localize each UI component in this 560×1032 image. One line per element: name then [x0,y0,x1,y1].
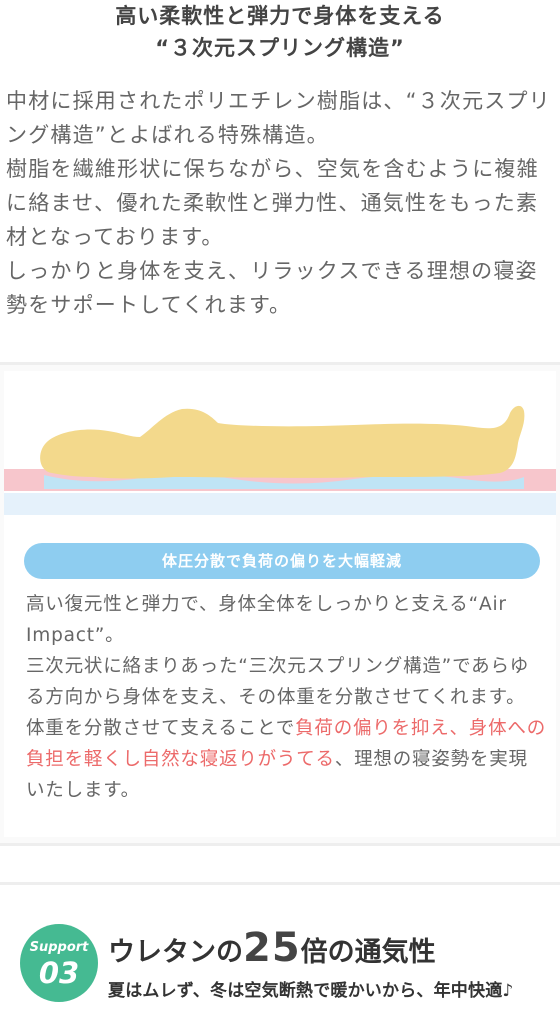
support-badge: Support 03 [20,924,98,1002]
intro-paragraph-1: 中材に採用されたポリエチレン樹脂は、“３次元スプリング構造”とよばれる特殊構造。 [6,89,551,147]
panel-description-3: 体重を分散させて支えることで負荷の偏りを抑え、身体への負担を軽くし自然な寝返りが… [26,713,546,806]
body-silhouette [40,405,525,479]
support-badge-number: 03 [38,956,80,990]
feature-panel-inner: 体圧分散で負荷の偏りを大幅軽減 高い復元性と弾力で、身体全体をしっかりと支える“… [4,371,556,837]
support-title-tail: 倍の通気性 [300,937,436,968]
intro-paragraph-3: しっかりと身体を支え、リラックスできる理想の寝姿勢をサポートしてくれます。 [6,259,538,317]
heading-line-1: 高い柔軟性と弾力で身体を支える [115,4,445,28]
support-title-number: 25 [243,925,301,971]
feature-panel: 体圧分散で負荷の偏りを大幅軽減 高い復元性と弾力で、身体全体をしっかりと支える“… [0,362,560,846]
panel-description: 高い復元性と弾力で、身体全体をしっかりと支える“Air Impact”。 三次元… [26,589,546,806]
intro-paragraph-2: 樹脂を繊維形状に保ちながら、空気を含むように複雑に絡ませ、優れた柔軟性と弾力性、… [6,157,539,249]
panel-description-1: 高い復元性と弾力で、身体全体をしっかりと支える“Air Impact”。 [26,594,507,646]
intro-text: 中材に採用されたポリエチレン樹脂は、“３次元スプリング構造”とよばれる特殊構造。… [6,84,556,322]
section-heading: 高い柔軟性と弾力で身体を支える “３次元スプリング構造” [0,0,560,64]
support-title-lead: ウレタンの [108,937,243,968]
description-3-lead: 体重を分散させて支えることで [26,718,296,739]
support-badge-label: Support [29,940,89,955]
support-title: ウレタンの25倍の通気性 [108,924,436,972]
heading-line-2: “３次元スプリング構造” [155,36,405,60]
support-subtitle: 夏はムレず、冬は空気断熱で暖かいから、年中快適♪ [108,981,514,1001]
mattress-base-layer [4,493,556,515]
panel-description-2: 三次元状に絡まりあった“三次元スプリング構造”であらゆる方向から身体を支え、その… [26,656,530,708]
body-pressure-illustration [4,405,556,515]
section-divider [0,882,560,885]
pressure-distribution-label: 体圧分散で負荷の偏りを大幅軽減 [24,543,540,579]
